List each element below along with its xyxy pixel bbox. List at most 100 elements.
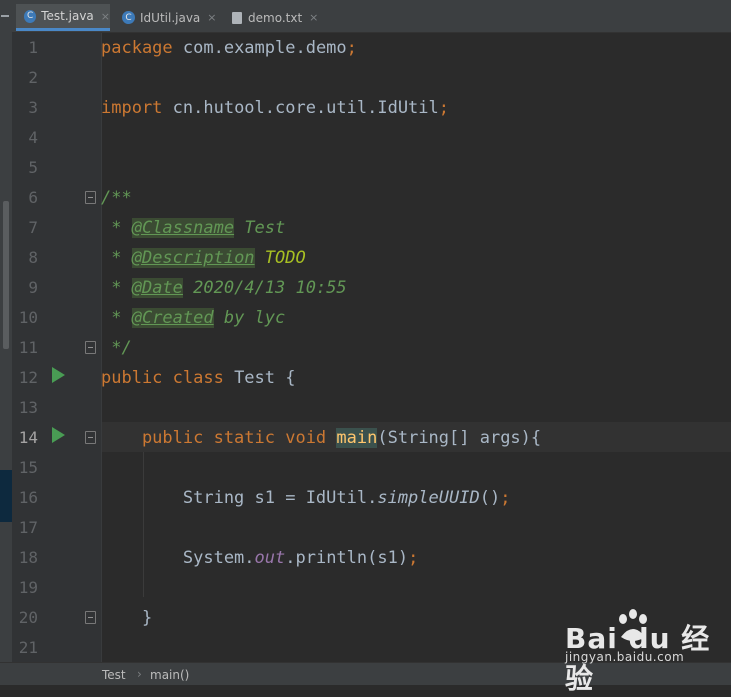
code-line-12[interactable]: public class Test { [101,363,295,393]
close-icon[interactable]: × [101,10,110,23]
method-params: (String[] args){ [377,428,542,448]
line-number: 11 [18,338,38,357]
code-line-9[interactable]: * @Date 2020/4/13 10:55 [101,273,347,303]
javadoc-tag: @Description [131,248,255,268]
breadcrumb-item-class[interactable]: Test [102,668,126,682]
semicolon: ; [500,488,511,508]
java-class-icon: C [122,11,135,24]
line-number: 7 [28,218,38,237]
line-number: 10 [18,308,38,327]
javadoc-star: * [101,278,132,298]
semicolon: ; [408,548,419,568]
code-line-14[interactable]: public static void main(String[] args){ [101,423,541,453]
indent-guide [143,452,144,597]
line-number: 9 [28,278,38,297]
line-number: 1 [28,38,38,57]
fold-icon[interactable] [85,431,96,444]
line-number: 2 [28,68,38,87]
run-class-icon[interactable] [52,367,65,383]
todo-marker: TODO [254,248,306,268]
javadoc-close: */ [101,338,132,358]
keyword: public static void [101,428,327,448]
ide-window: C Test.java × C IdUtil.java × demo.txt ×… [0,0,731,695]
class-declaration: Test { [223,368,296,388]
code-line-18[interactable]: System.out.println(s1); [101,543,418,573]
javadoc-value: 2020/4/13 10:55 [182,278,347,298]
statement: String s1 = IdUtil. [101,488,378,508]
line-number: 14 [18,428,38,447]
line-number: 5 [28,158,38,177]
close-icon[interactable]: × [207,11,216,24]
code-line-16[interactable]: String s1 = IdUtil.simpleUUID(); [101,483,511,513]
javadoc-tag: @Classname [131,218,235,238]
code-line-11[interactable]: */ [101,333,132,363]
method-call: .println(s1) [285,548,409,568]
fold-icon[interactable] [85,191,96,204]
line-number: 3 [28,98,38,117]
javadoc-value: Test [234,218,286,238]
code-line-7[interactable]: * @Classname Test [101,213,285,243]
line-number: 21 [18,638,38,657]
line-number: 13 [18,398,38,417]
tool-strip-marker [0,470,12,522]
run-main-icon[interactable] [52,427,65,443]
semicolon: ; [346,38,357,58]
package-name: com.example.demo [172,38,347,58]
baidu-watermark: Bai du 经验 jingyan.baidu.com [565,607,727,695]
semicolon: ; [438,98,450,118]
tab-label: demo.txt [248,10,303,25]
code-line-8[interactable]: * @Description TODO [101,243,306,273]
line-number: 8 [28,248,38,267]
tab-label: Test.java [41,9,94,23]
closing-brace: } [101,608,153,628]
text-file-icon [232,11,242,24]
code-line-20[interactable]: } [101,603,152,633]
import-path: cn.hutool.core.util.IdUtil [162,98,439,118]
line-number: 17 [18,518,38,537]
code-line-10[interactable]: * @Created by lyc [101,303,285,333]
javadoc-star: * [101,218,132,238]
tool-strip-handle[interactable] [3,201,9,349]
call-parens: () [479,488,501,508]
line-number: 16 [18,488,38,507]
left-tool-strip [0,33,12,662]
javadoc-open: /** [101,188,132,208]
fold-icon[interactable] [85,341,96,354]
java-class-icon: C [24,9,37,23]
line-number: 12 [18,368,38,387]
javadoc-star: * [101,308,132,328]
editor-tab-bar: C Test.java × C IdUtil.java × demo.txt × [0,0,731,33]
tab-test-java[interactable]: C Test.java × [16,4,110,31]
breadcrumb-separator: › [137,667,142,681]
code-line-6[interactable]: /** [101,183,132,213]
line-number: 6 [28,188,38,207]
javadoc-star: * [101,248,132,268]
code-line-1[interactable]: package com.example.demo; [101,33,357,63]
close-icon[interactable]: × [309,11,318,24]
tab-label: IdUtil.java [140,10,201,25]
tab-demo-txt[interactable]: demo.txt × [224,4,320,31]
tab-idutil-java[interactable]: C IdUtil.java × [114,4,220,31]
line-number: 15 [18,458,38,477]
static-method-call: simpleUUID [377,488,480,508]
javadoc-value: by lyc [213,308,286,328]
line-number: 20 [18,608,38,627]
minimize-icon[interactable] [1,15,9,17]
watermark-url: jingyan.baidu.com [565,650,685,664]
static-field: out [254,548,286,568]
method-name: main [336,428,378,448]
javadoc-tag: @Date [131,278,183,298]
project-panel-strip[interactable] [0,0,12,33]
line-number: 4 [28,128,38,147]
keyword: import [101,98,163,118]
breadcrumb-item-method[interactable]: main() [150,668,189,682]
javadoc-tag: @Created [131,308,214,328]
keyword: public class [101,368,224,388]
fold-icon[interactable] [85,611,96,624]
keyword: package [101,38,173,58]
code-line-3[interactable]: import cn.hutool.core.util.IdUtil; [101,93,449,123]
line-number: 18 [18,548,38,567]
statement: System. [101,548,255,568]
line-number: 19 [18,578,38,597]
